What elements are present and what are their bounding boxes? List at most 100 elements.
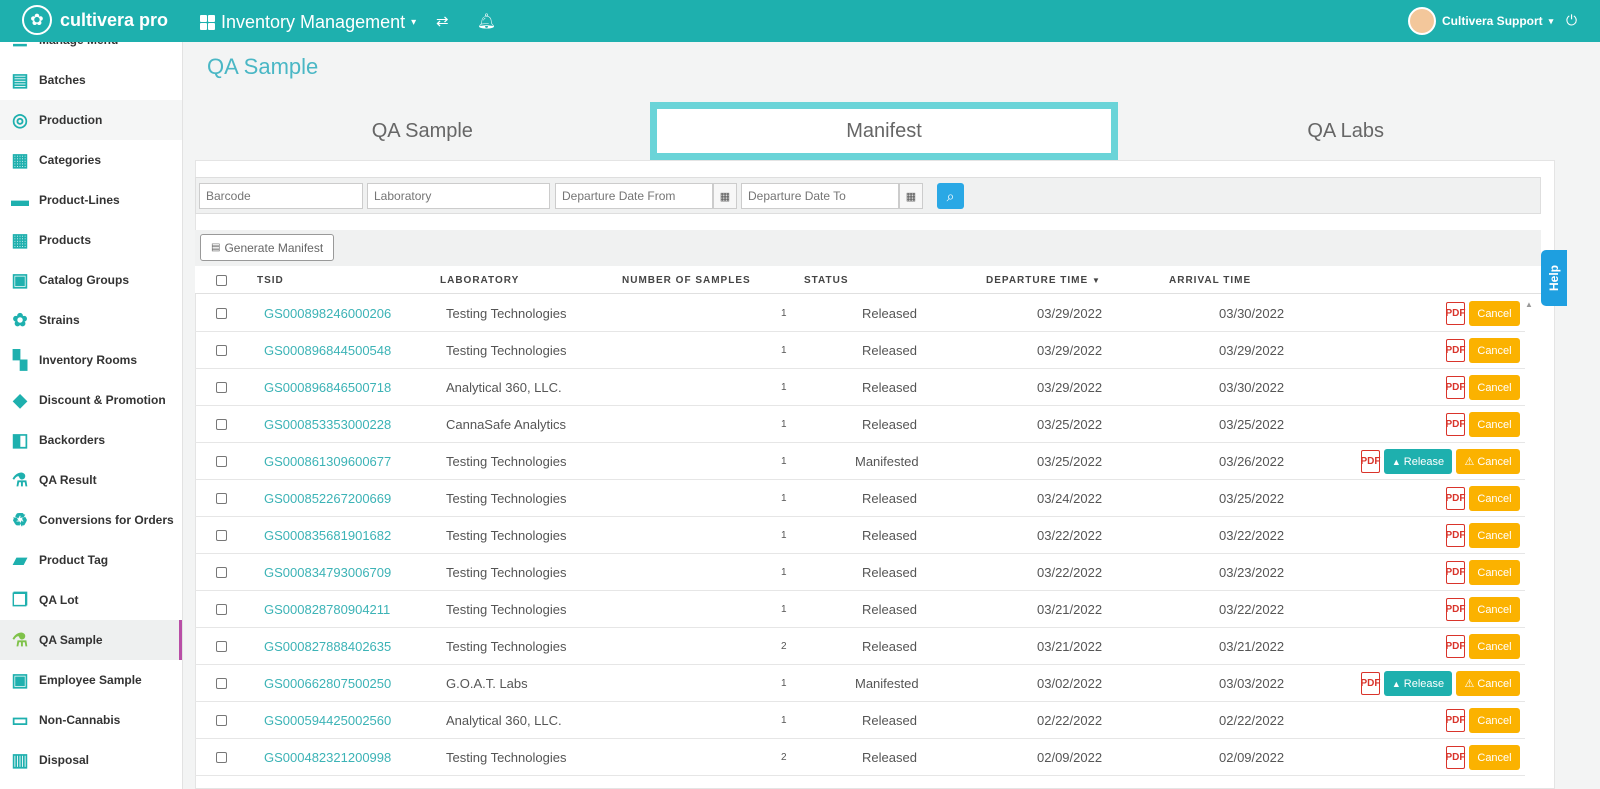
sidebar-item-catalog-groups[interactable]: ▣ Catalog Groups [0, 260, 182, 300]
sidebar-item-conversions-for-orders[interactable]: ♻ Conversions for Orders [0, 500, 182, 540]
tsid-link[interactable]: GS000482321200998 [264, 750, 391, 765]
pdf-icon[interactable]: PDF [1446, 709, 1466, 732]
pdf-icon[interactable]: PDF [1446, 746, 1466, 769]
row-checkbox[interactable] [216, 456, 227, 467]
tab-qa-sample[interactable]: QA Sample [195, 102, 650, 160]
pdf-icon[interactable]: PDF [1361, 672, 1381, 695]
pdf-icon[interactable]: PDF [1446, 524, 1466, 547]
row-checkbox[interactable] [216, 641, 227, 652]
scroll-up-arrow-icon[interactable]: ▲ [1525, 300, 1533, 309]
cancel-button[interactable]: ⚠ Cancel [1456, 449, 1520, 474]
sidebar-item-products[interactable]: ▦ Products [0, 220, 182, 260]
column-header-status[interactable]: STATUS [804, 275, 849, 286]
departure-date-to-input[interactable] [741, 183, 899, 209]
departure-date-from-input[interactable] [555, 183, 713, 209]
row-checkbox[interactable] [216, 493, 227, 504]
sidebar-item-manage-menu[interactable]: ☰ Manage Menu [0, 42, 182, 60]
tsid-link[interactable]: GS000896846500718 [264, 380, 391, 395]
row-checkbox[interactable] [216, 567, 227, 578]
table-row: GS000482321200998 Testing Technologies 2 Re… [195, 739, 1525, 776]
tsid-link[interactable]: GS000852267200669 [264, 491, 391, 506]
row-checkbox[interactable] [216, 604, 227, 615]
switch-icon[interactable]: ⇄ [436, 12, 449, 30]
sidebar-item-qa-sample[interactable]: ⚗ QA Sample [0, 620, 182, 660]
pdf-icon[interactable]: PDF [1446, 339, 1466, 362]
row-checkbox[interactable] [216, 530, 227, 541]
row-checkbox[interactable] [216, 382, 227, 393]
cancel-button[interactable]: Cancel [1469, 523, 1520, 548]
pdf-icon[interactable]: PDF [1446, 598, 1466, 621]
calendar-icon[interactable]: ▦ [899, 183, 923, 209]
pdf-icon[interactable]: PDF [1446, 413, 1466, 436]
cancel-button[interactable]: Cancel [1469, 560, 1520, 585]
brand-logo[interactable]: ✿ cultivera pro [22, 5, 168, 35]
cancel-button[interactable]: Cancel [1469, 412, 1520, 437]
column-header-tsid[interactable]: TSID [257, 275, 284, 286]
sidebar-item-categories[interactable]: ▦ Categories [0, 140, 182, 180]
power-icon[interactable]: ⏻ [1566, 12, 1577, 29]
pdf-icon[interactable]: PDF [1361, 450, 1381, 473]
tab-manifest[interactable]: Manifest [649, 102, 1119, 160]
bell-icon[interactable]: 🔔︎ [477, 12, 496, 30]
row-checkbox[interactable] [216, 345, 227, 356]
tsid-link[interactable]: GS000898246000206 [264, 306, 391, 321]
tab-qa-labs[interactable]: QA Labs [1118, 102, 1574, 160]
pdf-icon[interactable]: PDF [1446, 561, 1466, 584]
release-button[interactable]: ▲ Release [1384, 671, 1452, 696]
sidebar-item-product-lines[interactable]: ▬ Product-Lines [0, 180, 182, 220]
cancel-button[interactable]: Cancel [1469, 301, 1520, 326]
tsid-link[interactable]: GS000828780904211 [264, 602, 390, 617]
sidebar-item-non-cannabis[interactable]: ▭ Non-Cannabis [0, 700, 182, 740]
column-header-departure-time[interactable]: DEPARTURE TIME ▼ [986, 275, 1101, 286]
tsid-link[interactable]: GS000662807500250 [264, 676, 391, 691]
row-checkbox[interactable] [216, 752, 227, 763]
cancel-button[interactable]: Cancel [1469, 634, 1520, 659]
pdf-icon[interactable]: PDF [1446, 635, 1466, 658]
cancel-button[interactable]: Cancel [1469, 486, 1520, 511]
tsid-link[interactable]: GS000834793006709 [264, 565, 391, 580]
sidebar-item-backorders[interactable]: ◧ Backorders [0, 420, 182, 460]
generate-manifest-button[interactable]: ▤ Generate Manifest [200, 234, 335, 261]
tsid-link[interactable]: GS000594425002560 [264, 713, 391, 728]
cancel-button[interactable]: ⚠ Cancel [1456, 671, 1520, 696]
row-checkbox[interactable] [216, 419, 227, 430]
app-switcher[interactable]: Inventory Management ▾ [200, 12, 416, 33]
cancel-button[interactable]: Cancel [1469, 745, 1520, 770]
sidebar-item-strains[interactable]: ✿ Strains [0, 300, 182, 340]
column-header-number-of-samples[interactable]: NUMBER OF SAMPLES [622, 275, 751, 286]
sidebar-item-batches[interactable]: ▤ Batches [0, 60, 182, 100]
pdf-icon[interactable]: PDF [1446, 376, 1466, 399]
calendar-icon[interactable]: ▦ [713, 183, 737, 209]
row-checkbox[interactable] [216, 715, 227, 726]
sidebar-item-qa-lot[interactable]: ❐ QA Lot [0, 580, 182, 620]
cancel-button[interactable]: Cancel [1469, 338, 1520, 363]
search-button[interactable]: ⌕ [937, 183, 964, 209]
release-button[interactable]: ▲ Release [1384, 449, 1452, 474]
tsid-link[interactable]: GS000861309600677 [264, 454, 391, 469]
sidebar-item-inventory-rooms[interactable]: ▚ Inventory Rooms [0, 340, 182, 380]
sidebar-item-qa-result[interactable]: ⚗ QA Result [0, 460, 182, 500]
cancel-button[interactable]: Cancel [1469, 708, 1520, 733]
column-header-laboratory[interactable]: LABORATORY [440, 275, 519, 286]
select-all-checkbox[interactable] [216, 275, 227, 286]
column-header-arrival-time[interactable]: ARRIVAL TIME [1169, 275, 1251, 286]
pdf-icon[interactable]: PDF [1446, 487, 1466, 510]
pdf-icon[interactable]: PDF [1446, 302, 1466, 325]
sidebar-item-production[interactable]: ◎ Production [0, 100, 182, 140]
sidebar-item-product-tag[interactable]: ▰ Product Tag [0, 540, 182, 580]
help-button[interactable]: Help [1541, 250, 1567, 306]
row-checkbox[interactable] [216, 308, 227, 319]
barcode-input[interactable] [199, 183, 363, 209]
tsid-link[interactable]: GS000853353000228 [264, 417, 391, 432]
tsid-link[interactable]: GS000835681901682 [264, 528, 391, 543]
cancel-button[interactable]: Cancel [1469, 375, 1520, 400]
tsid-link[interactable]: GS000827888402635 [264, 639, 391, 654]
sidebar-item-employee-sample[interactable]: ▣ Employee Sample [0, 660, 182, 700]
row-checkbox[interactable] [216, 678, 227, 689]
sidebar-item-disposal[interactable]: ▥ Disposal [0, 740, 182, 780]
user-menu[interactable]: Cultivera Support ▾ [1408, 7, 1553, 35]
cancel-button[interactable]: Cancel [1469, 597, 1520, 622]
laboratory-input[interactable] [367, 183, 550, 209]
tsid-link[interactable]: GS000896844500548 [264, 343, 391, 358]
sidebar-item-discount-promotion[interactable]: ◆ Discount & Promotion [0, 380, 182, 420]
